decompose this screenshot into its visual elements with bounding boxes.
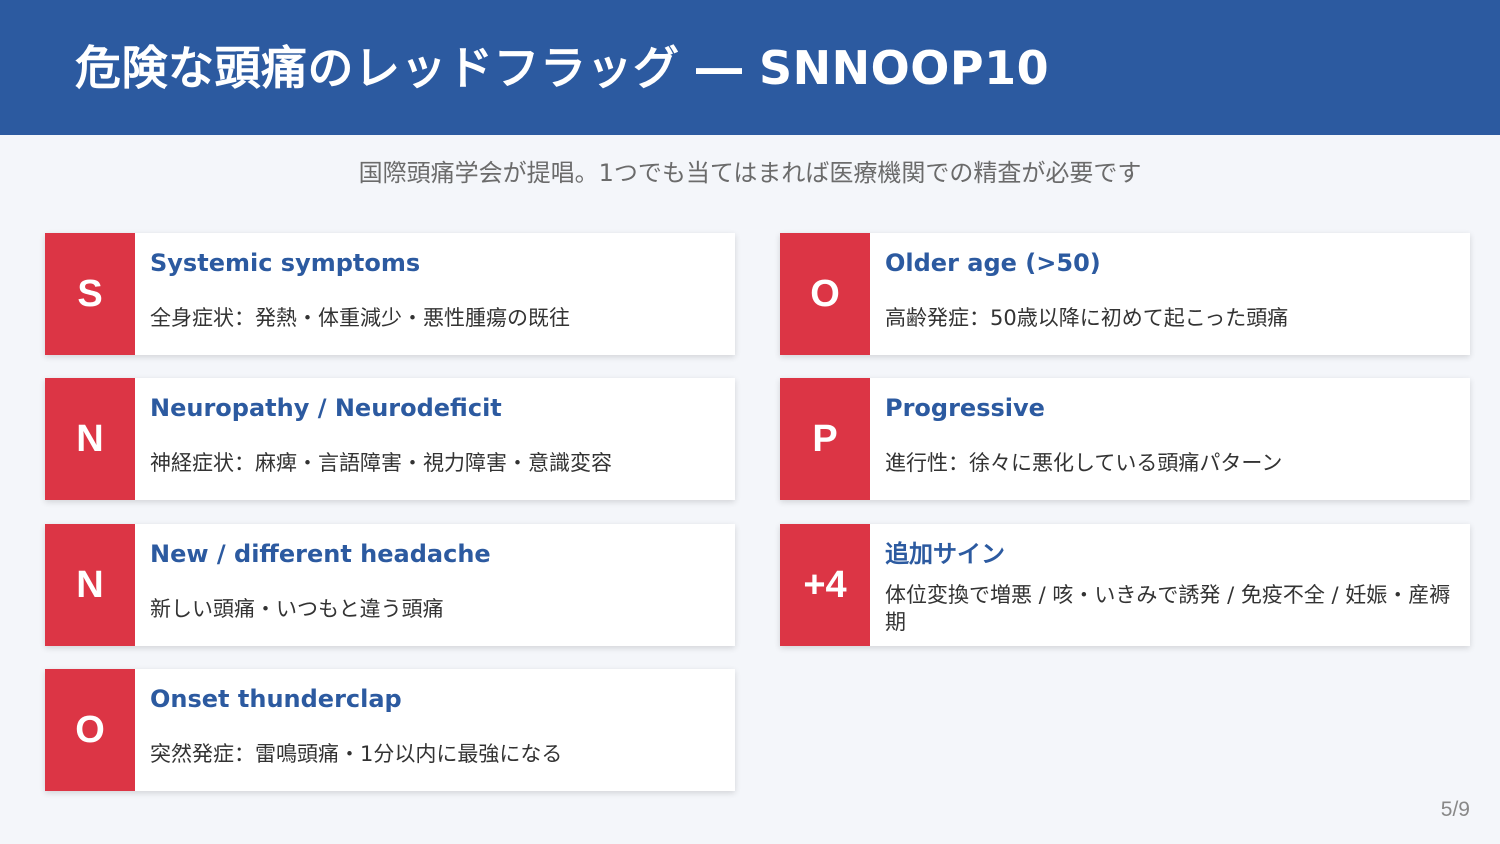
letter-badge: S <box>45 233 135 355</box>
slide-title: 危険な頭痛のレッドフラッグ ― SNNOOP10 <box>75 41 1050 95</box>
card-description: 進行性：徐々に悪化している頭痛パターン <box>885 451 1283 475</box>
page-number: 5/9 <box>1440 798 1470 821</box>
red-flag-card-neuropathy: N Neuropathy / Neurodeficit 神経症状：麻痺・言語障害… <box>45 378 735 500</box>
card-title: Systemic symptoms <box>150 249 421 277</box>
card-description: 全身症状：発熱・体重減少・悪性腫瘍の既往 <box>150 306 570 330</box>
card-title: Progressive <box>885 394 1045 422</box>
letter-badge: N <box>45 524 135 646</box>
red-flag-card-additional-signs: +4 追加サイン 体位変換で増悪 / 咳・いきみで誘発 / 免疫不全 / 妊娠・… <box>780 524 1470 646</box>
letter-badge: O <box>780 233 870 355</box>
card-description: 突然発症：雷鳴頭痛・1分以内に最強になる <box>150 742 563 766</box>
card-title: Older age (>50) <box>885 249 1101 277</box>
card-title: New / different headache <box>150 540 491 568</box>
card-title: 追加サイン <box>885 540 1005 568</box>
card-description: 高齢発症：50歳以降に初めて起こった頭痛 <box>885 306 1289 330</box>
title-bar: 危険な頭痛のレッドフラッグ ― SNNOOP10 <box>0 0 1500 135</box>
red-flag-card-older-age: O Older age (>50) 高齢発症：50歳以降に初めて起こった頭痛 <box>780 233 1470 355</box>
red-flag-card-systemic: S Systemic symptoms 全身症状：発熱・体重減少・悪性腫瘍の既往 <box>45 233 735 355</box>
card-description: 体位変換で増悪 / 咳・いきみで誘発 / 免疫不全 / 妊娠・産褥期 <box>885 583 1451 634</box>
red-flag-card-new-headache: N New / different headache 新しい頭痛・いつもと違う頭… <box>45 524 735 646</box>
card-title: Neuropathy / Neurodeficit <box>150 394 502 422</box>
red-flag-card-progressive: P Progressive 進行性：徐々に悪化している頭痛パターン <box>780 378 1470 500</box>
card-title: Onset thunderclap <box>150 685 402 713</box>
card-description: 新しい頭痛・いつもと違う頭痛 <box>150 597 444 621</box>
letter-badge: P <box>780 378 870 500</box>
letter-badge: N <box>45 378 135 500</box>
letter-badge: +4 <box>780 524 870 646</box>
card-description: 神経症状：麻痺・言語障害・視力障害・意識変容 <box>150 451 612 475</box>
slide-subtitle: 国際頭痛学会が提唱。1つでも当てはまれば医療機関での精査が必要です <box>358 159 1142 187</box>
red-flag-card-onset: O Onset thunderclap 突然発症：雷鳴頭痛・1分以内に最強になる <box>45 669 735 791</box>
letter-badge: O <box>45 669 135 791</box>
